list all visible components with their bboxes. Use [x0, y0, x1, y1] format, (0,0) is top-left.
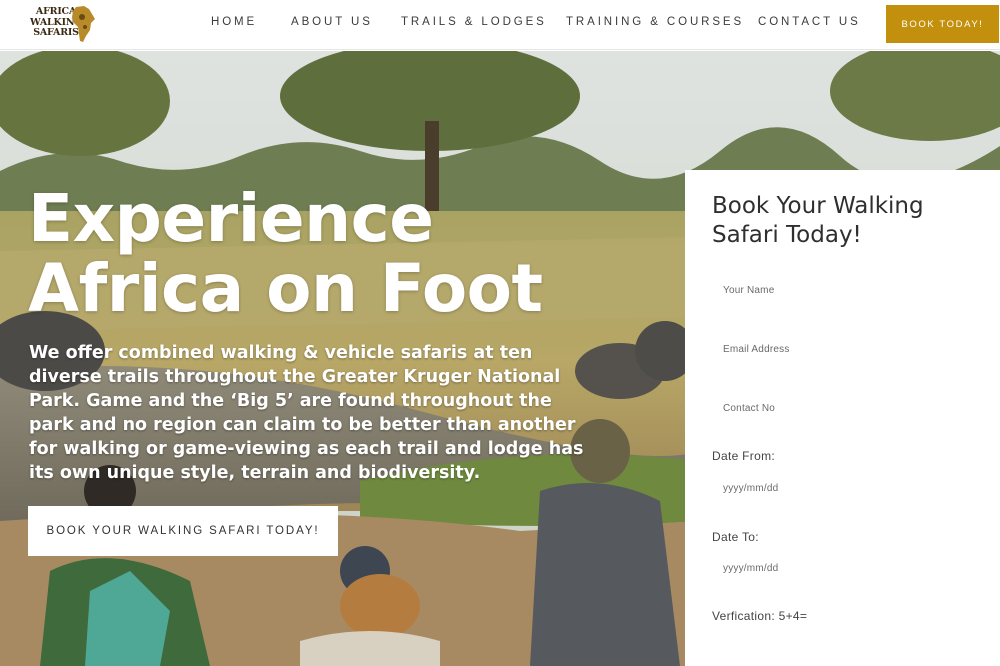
site-logo[interactable]: AFRICA WALKING SAFARIS	[30, 5, 96, 45]
hero-description: We offer combined walking & vehicle safa…	[29, 343, 584, 483]
name-input[interactable]	[712, 270, 982, 310]
email-input[interactable]	[712, 329, 982, 369]
nav-training-courses[interactable]: TRAINING & COURSES	[566, 16, 744, 28]
nav-contact-us[interactable]: CONTACT US	[758, 16, 861, 28]
date-to-input[interactable]	[712, 548, 982, 588]
nav-home[interactable]: HOME	[211, 16, 257, 28]
date-from-label: Date From:	[712, 449, 776, 463]
book-walking-safari-button[interactable]: BOOK YOUR WALKING SAFARI TODAY!	[28, 506, 338, 556]
contact-input[interactable]	[712, 388, 982, 428]
hero-title: Experience Africa on Foot	[28, 184, 648, 324]
verification-label: Verfication: 5+4=	[712, 609, 808, 623]
hero-title-line-2: Africa on Foot	[28, 250, 543, 327]
booking-form: Book Your Walking Safari Today! Date Fro…	[685, 170, 1000, 666]
date-to-label: Date To:	[712, 530, 759, 544]
form-title: Book Your Walking Safari Today!	[712, 193, 924, 248]
site-header: AFRICA WALKING SAFARIS HOME ABOUT US TRA…	[0, 0, 1000, 50]
nav-about-us[interactable]: ABOUT US	[291, 16, 373, 28]
book-today-button[interactable]: BOOK TODAY!	[886, 5, 999, 43]
nav-trails-lodges[interactable]: TRAILS & LODGES	[401, 16, 547, 28]
date-from-input[interactable]	[712, 468, 982, 508]
hero-title-line-1: Experience	[28, 180, 434, 257]
africa-map-icon	[72, 6, 95, 42]
